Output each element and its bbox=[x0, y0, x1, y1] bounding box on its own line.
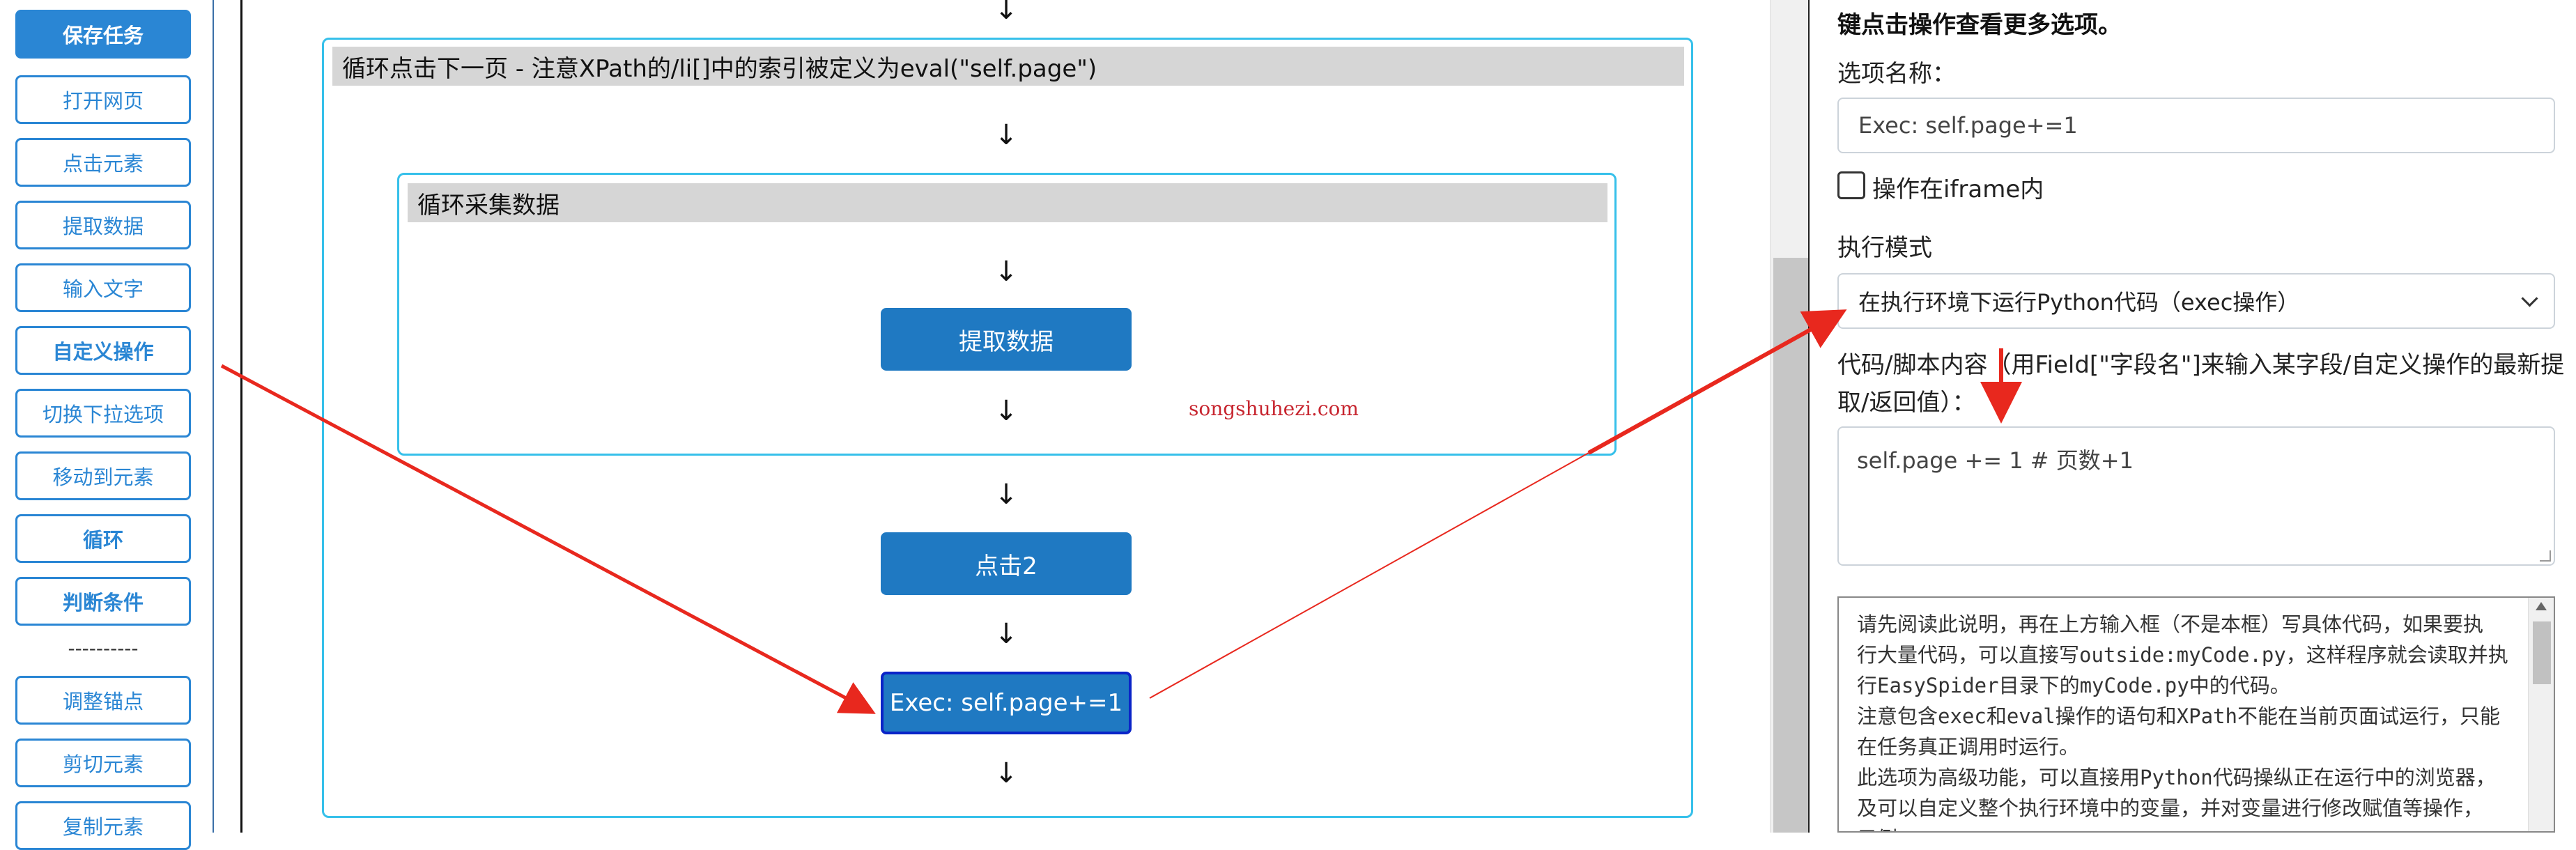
exec-node[interactable]: Exec: self.page+=1 bbox=[881, 672, 1132, 734]
save-task-button[interactable]: 保存任务 bbox=[15, 10, 191, 59]
scroll-up-icon[interactable] bbox=[2536, 602, 2547, 610]
loop-button[interactable]: 循环 bbox=[15, 514, 191, 563]
iframe-checkbox-label: 操作在iframe内 bbox=[1872, 176, 2044, 203]
inner-loop-title: 循环采集数据 bbox=[408, 183, 1607, 222]
click-node[interactable]: 点击2 bbox=[881, 532, 1132, 595]
code-textarea[interactable]: self.page += 1 # 页数+1 bbox=[1837, 426, 2555, 566]
help-textarea[interactable]: 请先阅读此说明，再在上方输入框（不是本框）写具体代码，如果要执 行大量代码，可以… bbox=[1837, 596, 2555, 833]
click-element-button[interactable]: 点击元素 bbox=[15, 138, 191, 187]
code-label-line2: 取/返回值）： bbox=[1837, 389, 1976, 417]
option-name-label: 选项名称： bbox=[1837, 60, 1956, 88]
open-page-button[interactable]: 打开网页 bbox=[15, 75, 191, 124]
sidebar-separator: ---------- bbox=[68, 637, 139, 660]
help-line: 及可以自定义整个执行环境中的变量，并对变量进行修改赋值等操作， bbox=[1857, 796, 2484, 820]
input-text-button[interactable]: 输入文字 bbox=[15, 263, 191, 312]
outer-loop-title: 循环点击下一页 - 注意XPath的/li[]中的索引被定义为eval("sel… bbox=[332, 47, 1684, 86]
flow-canvas[interactable]: ↓ 循环点击下一页 - 注意XPath的/li[]中的索引被定义为eval("s… bbox=[240, 0, 1772, 833]
flow-arrow: ↓ bbox=[994, 479, 1018, 511]
code-value: self.page += 1 # 页数+1 bbox=[1857, 447, 2134, 474]
flow-arrow-top: ↓ bbox=[994, 0, 1018, 26]
condition-button[interactable]: 判断条件 bbox=[15, 577, 191, 626]
help-line: 注意包含exec和eval操作的语句和XPath不能在当前页面试运行，只能 bbox=[1857, 704, 2500, 728]
help-line: 请先阅读此说明，再在上方输入框（不是本框）写具体代码，如果要执 bbox=[1857, 612, 2484, 636]
switch-dropdown-button[interactable]: 切换下拉选项 bbox=[15, 389, 191, 438]
move-to-element-button[interactable]: 移动到元素 bbox=[15, 451, 191, 500]
adjust-anchor-button[interactable]: 调整锚点 bbox=[15, 676, 191, 725]
exec-mode-value: 在执行环境下运行Python代码（exec操作） bbox=[1858, 289, 2300, 316]
flow-arrow: ↓ bbox=[994, 256, 1018, 288]
extract-data-node[interactable]: 提取数据 bbox=[881, 308, 1132, 371]
cut-element-button[interactable]: 剪切元素 bbox=[15, 739, 191, 787]
resize-handle-icon bbox=[2540, 550, 2551, 562]
help-line: 行EasySpider目录下的myCode.py中的代码。 bbox=[1857, 674, 2290, 697]
chevron-down-icon bbox=[2521, 290, 2538, 307]
exec-mode-select[interactable]: 在执行环境下运行Python代码（exec操作） bbox=[1837, 273, 2555, 329]
toolbox-sidebar: 保存任务 打开网页 点击元素 提取数据 输入文字 自定义操作 切换下拉选项 移动… bbox=[0, 0, 214, 850]
option-name-input[interactable]: Exec: self.page+=1 bbox=[1837, 98, 2555, 153]
properties-panel: 键点击操作查看更多选项。 选项名称： Exec: self.page+=1 操作… bbox=[1810, 0, 2576, 833]
code-label-line1: 代码/脚本内容（用Field["字段名"]来输入某字段/自定义操作的最新提 bbox=[1837, 351, 2565, 379]
help-line: 示例： bbox=[1857, 824, 2505, 831]
copy-element-button[interactable]: 复制元素 bbox=[15, 801, 191, 850]
hint-text: 键点击操作查看更多选项。 bbox=[1837, 11, 2122, 39]
flow-arrow: ↓ bbox=[994, 119, 1018, 151]
flow-arrow: ↓ bbox=[994, 395, 1018, 427]
extract-data-button[interactable]: 提取数据 bbox=[15, 201, 191, 249]
flow-arrow: ↓ bbox=[994, 618, 1018, 650]
help-line: 行大量代码，可以直接写outside:myCode.py，这样程序就会读取并执 bbox=[1857, 643, 2508, 667]
exec-mode-label: 执行模式 bbox=[1837, 234, 1932, 262]
canvas-scrollbar-thumb[interactable] bbox=[1773, 258, 1808, 833]
custom-action-button[interactable]: 自定义操作 bbox=[15, 326, 191, 375]
help-scrollbar-thumb[interactable] bbox=[2533, 621, 2551, 684]
flow-arrow: ↓ bbox=[994, 757, 1018, 789]
iframe-checkbox[interactable] bbox=[1837, 171, 1865, 199]
help-line: 此选项为高级功能，可以直接用Python代码操纵正在运行中的浏览器， bbox=[1857, 766, 2496, 789]
help-line: 在任务真正调用时运行。 bbox=[1857, 735, 2080, 759]
watermark-text: songshuhezi.com bbox=[1189, 397, 1359, 420]
